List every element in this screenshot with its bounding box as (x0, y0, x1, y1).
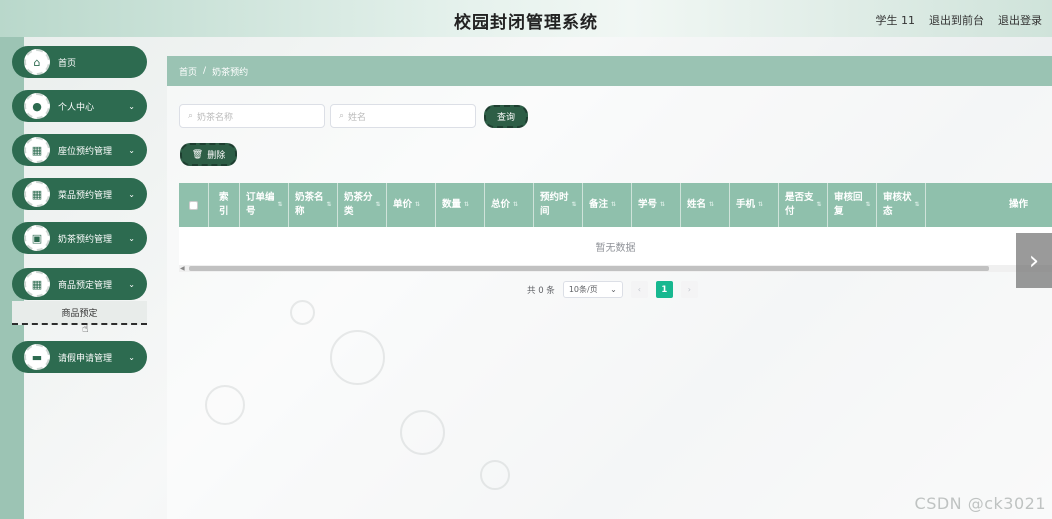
grid-icon: ▦ (24, 137, 50, 163)
column-header-review-status[interactable]: 审核状态 ⇅ (877, 183, 926, 227)
sidebar-item-label: 个人中心 (58, 102, 95, 113)
sidebar-item-seat-booking[interactable]: ▦ 座位预约管理 ⌄ (12, 134, 147, 166)
page-number-current[interactable]: 1 (655, 281, 673, 298)
column-header-actions: 操作 (1008, 199, 1028, 210)
search-icon: ⌕ (339, 111, 345, 121)
trash-icon: 🗑 (191, 149, 204, 160)
sidebar-item-goods-reservation[interactable]: ▦ 商品预定管理 ⌄ (12, 268, 147, 300)
top-header: 校园封闭管理系统 学生 11 退出到前台 退出登录 (0, 0, 1052, 37)
column-header-milktea-category[interactable]: 奶茶分类 ⇅ (338, 183, 387, 227)
breadcrumb-separator: / (203, 66, 207, 76)
sidebar-item-leave-application[interactable]: ▬ 请假申请管理 ⌄ (12, 341, 147, 373)
horizontal-scrollbar[interactable]: ◀ (179, 265, 1052, 272)
sidebar-item-personal-center[interactable]: ● 个人中心 ⌄ (12, 90, 147, 122)
breadcrumb: 首页 / 奶茶预约 (167, 56, 1052, 86)
sidebar-item-dish-booking[interactable]: ▦ 菜品预约管理 ⌄ (12, 178, 147, 210)
sidebar-item-home[interactable]: ⌂ 首页 (12, 46, 147, 78)
grid-icon: ▦ (24, 271, 50, 297)
home-icon: ⌂ (24, 49, 50, 75)
grid-icon: ▦ (24, 181, 50, 207)
column-header-total-price[interactable]: 总价 ⇅ (485, 183, 534, 227)
chevron-down-icon: ⌄ (128, 145, 135, 155)
submenu-goods-reservation[interactable]: 商品预定 (12, 301, 147, 325)
sidebar-item-label: 商品预定管理 (58, 280, 113, 291)
chevron-down-icon: ⌄ (128, 279, 135, 289)
chevron-down-icon: ⌄ (128, 233, 135, 243)
column-header-index: 索引 (209, 183, 240, 227)
column-header-student-id[interactable]: 学号 ⇅ (632, 183, 681, 227)
sidebar-item-label: 请假申请管理 (58, 353, 113, 364)
column-header-order-no[interactable]: 订单编号 ⇅ (240, 183, 289, 227)
prev-page-button[interactable]: ‹ (630, 281, 648, 298)
column-header-paid[interactable]: 是否支付 ⇅ (779, 183, 828, 227)
frontend-link[interactable]: 退出到前台 (929, 12, 984, 28)
chevron-down-icon: ⌄ (128, 352, 135, 362)
column-header-unit-price[interactable]: 单价 ⇅ (387, 183, 436, 227)
logout-link[interactable]: 退出登录 (998, 12, 1042, 28)
chevron-down-icon: ⌄ (128, 101, 135, 111)
chevron-down-icon: ⌄ (128, 189, 135, 199)
pagination: 共 0 条 10条/页 ⌄ ‹ 1 › (527, 281, 698, 298)
breadcrumb-home[interactable]: 首页 (179, 65, 197, 78)
table-header-row: 索引 订单编号 ⇅ 奶茶名称 ⇅ 奶茶分类 ⇅ 单价 ⇅ 数量 ⇅ 总价 ⇅ 预约时间 ⇅ 备… (179, 183, 1052, 227)
search-button[interactable]: 查询 (484, 105, 528, 128)
scrollbar-thumb[interactable] (189, 266, 989, 271)
next-page-button[interactable]: › (680, 281, 698, 298)
delete-button[interactable]: 🗑 删除 (180, 143, 237, 166)
table-empty-state: 暂无数据 (179, 227, 1052, 265)
sidebar-item-label: 首页 (58, 58, 77, 69)
hand-cursor-icon: ☝ (82, 322, 89, 335)
monitor-icon: ▬ (24, 344, 50, 370)
column-header-phone[interactable]: 手机 ⇅ (730, 183, 779, 227)
pagination-total: 共 0 条 (527, 285, 555, 296)
column-header-review-reply[interactable]: 审核回复 ⇅ (828, 183, 877, 227)
select-all-cell (179, 183, 209, 227)
column-header-remark[interactable]: 备注 ⇅ (583, 183, 632, 227)
chevron-right-icon[interactable]: › (1016, 233, 1052, 288)
column-header-milktea-name[interactable]: 奶茶名称 ⇅ (289, 183, 338, 227)
input-placeholder: 奶茶名称 (197, 112, 234, 123)
select-all-checkbox[interactable] (189, 200, 198, 210)
watermark: CSDN @ck3021 (914, 494, 1046, 513)
column-header-name[interactable]: 姓名 ⇅ (681, 183, 730, 227)
input-placeholder: 姓名 (348, 112, 367, 123)
current-user: 学生 11 (875, 14, 916, 27)
chevron-down-icon: ⌄ (610, 285, 617, 294)
delete-label: 删除 (207, 151, 226, 161)
column-header-quantity[interactable]: 数量 ⇅ (436, 183, 485, 227)
column-header-booking-time[interactable]: 预约时间 ⇅ (534, 183, 583, 227)
user-icon: ● (24, 93, 50, 119)
sidebar-item-milktea-booking[interactable]: ▣ 奶茶预约管理 ⌄ (12, 222, 147, 254)
milktea-name-input[interactable]: ⌕ 奶茶名称 (179, 104, 325, 128)
sidebar-item-label: 奶茶预约管理 (58, 234, 113, 245)
sidebar-item-label: 菜品预约管理 (58, 190, 113, 201)
content-panel (167, 86, 1052, 519)
page-size-select[interactable]: 10条/页 ⌄ (562, 281, 623, 298)
clipboard-icon: ▣ (24, 225, 50, 251)
scroll-left-icon[interactable]: ◀ (180, 265, 185, 272)
breadcrumb-current: 奶茶预约 (212, 67, 249, 78)
search-icon: ⌕ (188, 111, 194, 121)
person-name-input[interactable]: ⌕ 姓名 (330, 104, 476, 128)
sidebar-item-label: 座位预约管理 (58, 146, 113, 157)
